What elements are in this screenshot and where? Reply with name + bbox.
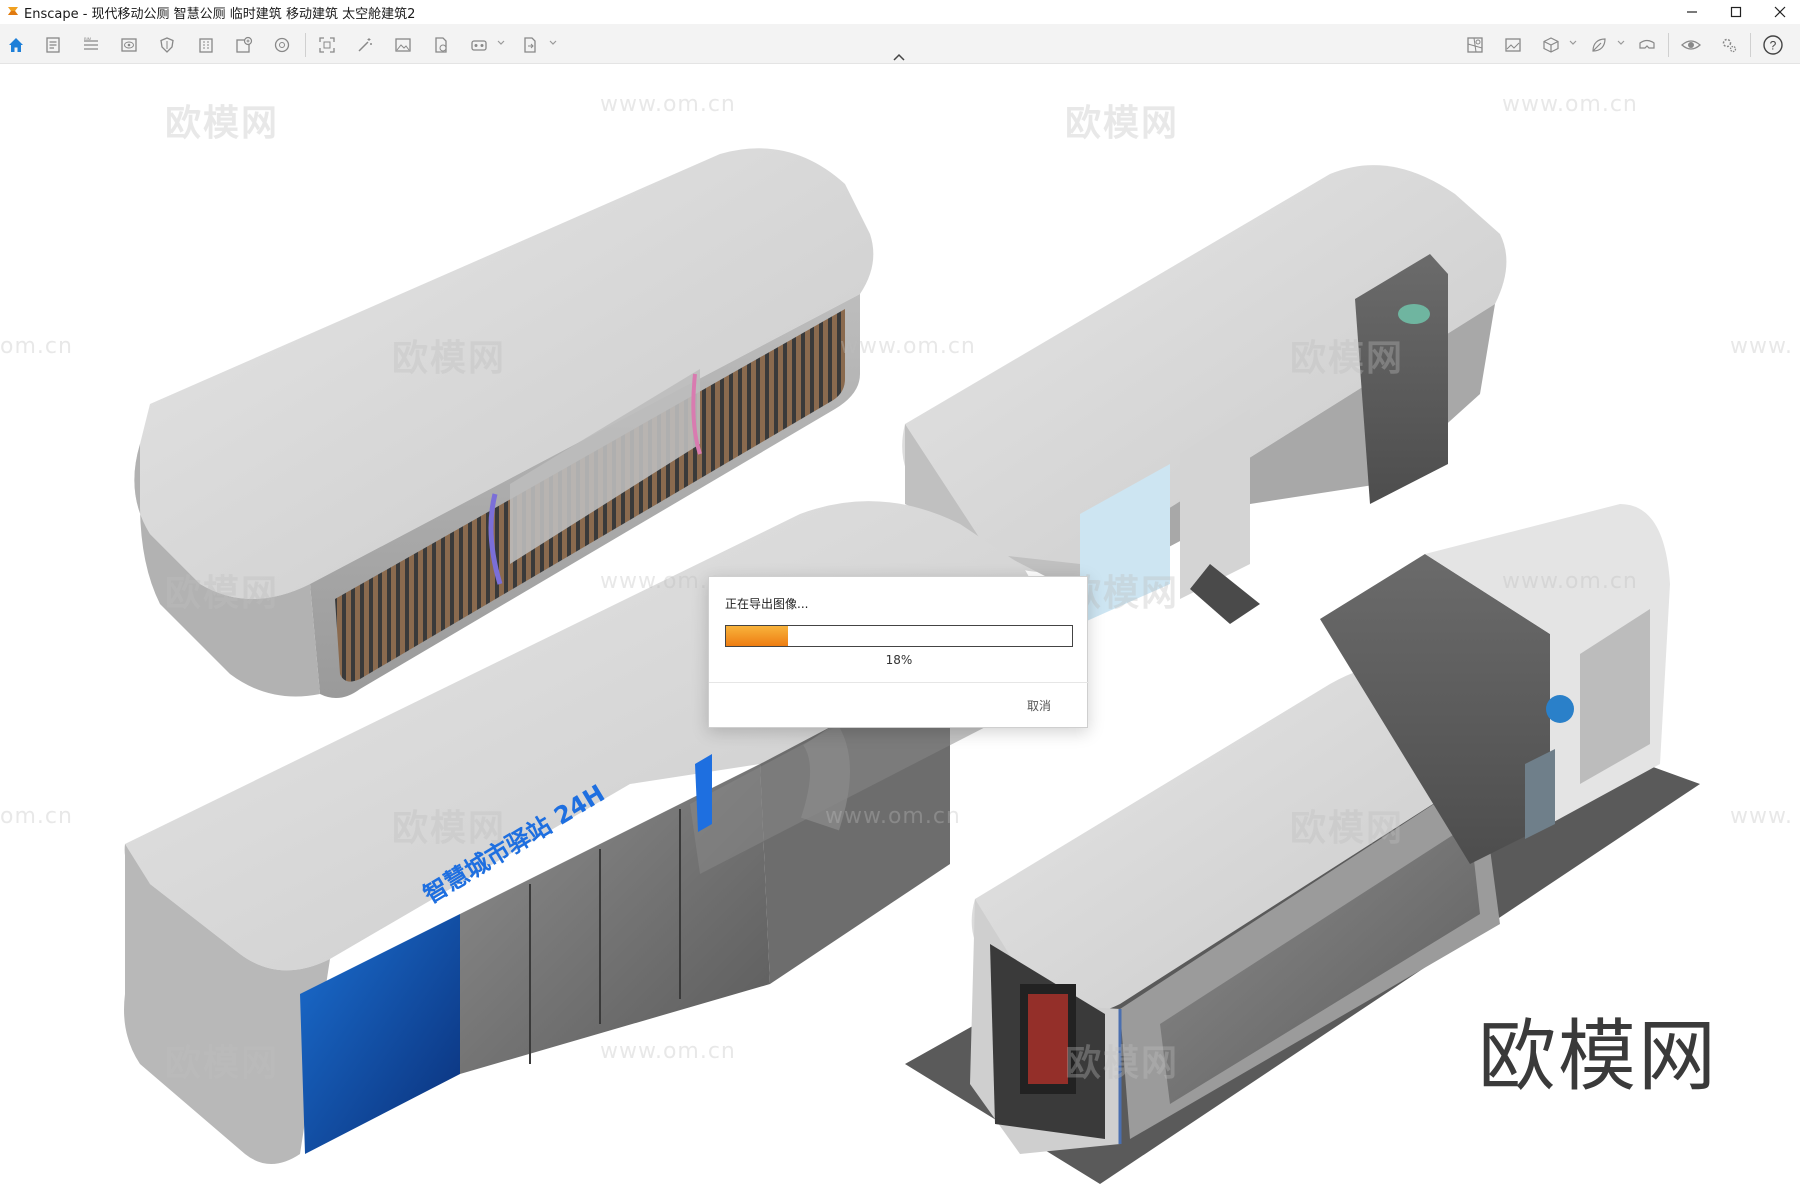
asset-library-icon bbox=[236, 36, 253, 53]
chevron-down-icon[interactable] bbox=[1568, 38, 1578, 48]
view-button[interactable] bbox=[116, 32, 142, 58]
watermark-url: www.om.cn bbox=[840, 334, 976, 359]
gallery-button[interactable] bbox=[1500, 32, 1526, 58]
watermark-logo: 欧模网 bbox=[165, 103, 280, 144]
window-title: Enscape - 现代移动公厕 智慧公厕 临时建筑 移动建筑 太空舱建筑2 bbox=[24, 7, 416, 22]
magic-wand-icon bbox=[358, 38, 372, 52]
watermark-url: www.om.cn bbox=[600, 92, 736, 117]
watermark-logo: 欧模网 bbox=[392, 808, 507, 849]
image-button[interactable] bbox=[390, 32, 416, 58]
capture-button[interactable] bbox=[314, 32, 340, 58]
atmosphere-button[interactable] bbox=[269, 32, 295, 58]
enscape-logo-icon bbox=[8, 7, 18, 15]
svg-text:?: ? bbox=[1770, 39, 1777, 53]
building-button[interactable] bbox=[193, 32, 219, 58]
settings-button[interactable] bbox=[1716, 32, 1742, 58]
watermark-url: www.om.cn bbox=[1502, 92, 1638, 117]
watermark-url-partial: www. bbox=[1730, 804, 1793, 829]
image-icon bbox=[395, 38, 411, 52]
settings-icon bbox=[1722, 38, 1737, 53]
progress-bar-fill bbox=[726, 626, 789, 646]
minimize-button[interactable] bbox=[1670, 0, 1714, 24]
maximize-button[interactable] bbox=[1714, 0, 1758, 24]
vr-headset-icon bbox=[1639, 39, 1655, 49]
watermark-logo: 欧模网 bbox=[165, 573, 280, 614]
watermark-logo: 欧模网 bbox=[1065, 103, 1180, 144]
svg-text:BIM: BIM bbox=[84, 36, 91, 41]
material-leaf-icon bbox=[1592, 38, 1606, 52]
shield-button[interactable] bbox=[154, 32, 180, 58]
cube-button[interactable] bbox=[1538, 32, 1564, 58]
view-icon bbox=[121, 38, 137, 52]
export-progress-dialog: 正在导出图像... 18% 取消 bbox=[708, 576, 1089, 728]
capture-icon bbox=[319, 37, 335, 53]
progress-percentage: 18% bbox=[885, 653, 913, 667]
watermark-logo: 欧模网 bbox=[1290, 808, 1405, 849]
cube-icon bbox=[1543, 37, 1559, 53]
watermark-url-partial: www. bbox=[1730, 334, 1793, 359]
gallery-icon bbox=[1505, 38, 1521, 52]
home-button[interactable] bbox=[3, 32, 29, 58]
bim-button[interactable]: BIM bbox=[78, 32, 104, 58]
eye-icon bbox=[1681, 40, 1701, 50]
bim-icon: BIM bbox=[84, 36, 98, 50]
watermark-logo: 欧模网 bbox=[165, 1043, 280, 1084]
close-icon bbox=[1774, 6, 1786, 18]
title-bar: Enscape - 现代移动公厕 智慧公厕 临时建筑 移动建筑 太空舱建筑2 bbox=[0, 0, 1800, 24]
watermark-url-partial: om.cn bbox=[0, 334, 73, 359]
watermark-logo: 欧模网 bbox=[392, 338, 507, 379]
export-button[interactable] bbox=[517, 32, 543, 58]
watermark-url: www.om.cn bbox=[1502, 569, 1638, 594]
watermark-url: www.om.cn bbox=[825, 804, 961, 829]
watermark-url: www.om.cn bbox=[600, 1039, 736, 1064]
chevron-down-icon[interactable] bbox=[1616, 38, 1626, 48]
watermark-url-partial: om.cn bbox=[0, 804, 73, 829]
brand-watermark: 欧模网 bbox=[1478, 1012, 1719, 1102]
minimize-icon bbox=[1687, 11, 1697, 13]
watermark-logo: 欧模网 bbox=[1065, 1043, 1180, 1084]
magic-wand-button[interactable] bbox=[352, 32, 378, 58]
maximize-icon bbox=[1730, 6, 1742, 18]
cancel-button[interactable]: 取消 bbox=[1027, 697, 1051, 714]
toolbar-separator bbox=[305, 33, 306, 57]
material-button[interactable] bbox=[1586, 32, 1612, 58]
dialog-title: 正在导出图像... bbox=[725, 597, 809, 611]
vr-button[interactable] bbox=[466, 32, 492, 58]
building-icon bbox=[199, 38, 213, 53]
notes-icon bbox=[46, 37, 60, 53]
vr-icon bbox=[471, 40, 487, 51]
help-icon: ? bbox=[1763, 35, 1783, 55]
export-icon bbox=[524, 37, 536, 53]
map-icon bbox=[1467, 37, 1483, 53]
shield-icon bbox=[160, 37, 174, 53]
notes-button[interactable] bbox=[40, 32, 66, 58]
chevron-down-icon[interactable] bbox=[496, 38, 506, 48]
asset-library-button[interactable] bbox=[231, 32, 257, 58]
vr-headset-button[interactable] bbox=[1634, 32, 1660, 58]
map-button[interactable] bbox=[1462, 32, 1488, 58]
progress-bar bbox=[725, 625, 1073, 647]
dialog-divider bbox=[709, 682, 1089, 683]
toolbar-separator bbox=[1668, 33, 1669, 57]
chevron-down-icon[interactable] bbox=[548, 38, 558, 48]
render-viewport[interactable]: 智慧城市驿站 24H 欧模网 www.om.cn 欧模网 www.om.cn o… bbox=[0, 64, 1800, 1190]
file-export-button[interactable] bbox=[428, 32, 454, 58]
toolbar-separator bbox=[1750, 33, 1751, 57]
watermark-logo: 欧模网 bbox=[1290, 338, 1405, 379]
close-button[interactable] bbox=[1758, 0, 1800, 24]
visibility-button[interactable] bbox=[1678, 32, 1704, 58]
home-icon bbox=[9, 38, 23, 52]
file-export-icon bbox=[435, 37, 447, 53]
help-button[interactable]: ? bbox=[1760, 32, 1786, 58]
collapse-toolbar-icon[interactable] bbox=[891, 52, 907, 62]
atmosphere-icon bbox=[274, 37, 290, 53]
